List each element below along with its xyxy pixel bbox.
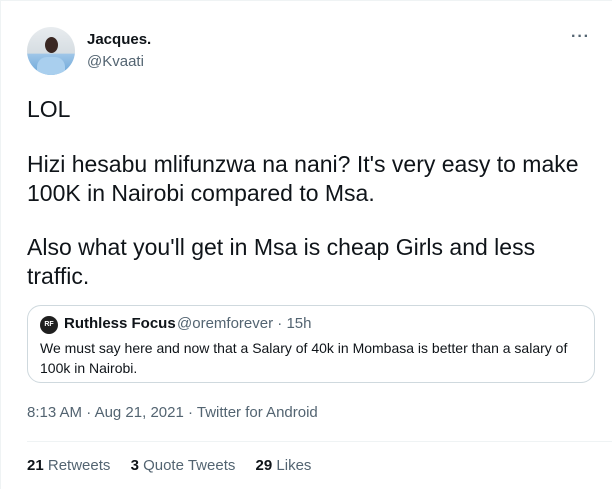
likes-stat[interactable]: 29 Likes	[256, 457, 312, 474]
tweet-text-line: LOL	[27, 96, 71, 122]
more-options-icon[interactable]: ···	[571, 28, 590, 46]
retweets-label: Retweets	[47, 457, 111, 474]
quoted-author-handle: @oremforever	[177, 315, 274, 332]
tweet-text-line: Also what you'll get in Msa is cheap Gir…	[27, 234, 536, 260]
avatar[interactable]	[27, 27, 75, 75]
tweet-time[interactable]: 8:13 AM	[27, 404, 82, 421]
avatar-head	[45, 37, 58, 53]
quote-tweets-stat[interactable]: 3 Quote Tweets	[131, 457, 236, 474]
tweet-meta: 8:13 AM · Aug 21, 2021 · Twitter for And…	[27, 404, 318, 421]
retweets-count: 21	[27, 457, 44, 474]
likes-label: Likes	[276, 457, 312, 474]
tweet-text-line: 100K in Nairobi compared to Msa.	[27, 180, 375, 206]
quoted-author-meta: @oremforever · 15h	[177, 315, 312, 332]
quoted-tweet[interactable]: RF Ruthless Focus @oremforever · 15h We …	[27, 305, 595, 383]
tweet-text-line: traffic.	[27, 263, 90, 289]
quoted-author-name: Ruthless Focus	[64, 315, 176, 332]
author-name[interactable]: Jacques.	[87, 31, 151, 48]
top-divider	[1, 0, 612, 1]
author-handle[interactable]: @Kvaati	[87, 53, 144, 70]
engagement-stats: 21 Retweets 3 Quote Tweets 29 Likes	[27, 457, 327, 474]
tweet-card: Jacques. @Kvaati ··· LOL Hizi hesabu mli…	[0, 0, 612, 489]
avatar-shirt	[37, 57, 65, 75]
tweet-source[interactable]: Twitter for Android	[197, 404, 318, 421]
quote-tweets-count: 3	[130, 457, 139, 474]
quote-tweets-label: Quote Tweets	[143, 457, 236, 474]
likes-count: 29	[255, 457, 273, 474]
tweet-text-line: Hizi hesabu mlifunzwa na nani? It's very…	[27, 151, 579, 177]
quoted-text: We must say here and now that a Salary o…	[40, 340, 568, 376]
quoted-time: 15h	[286, 315, 312, 332]
divider	[27, 441, 612, 442]
tweet-date[interactable]: Aug 21, 2021	[95, 404, 184, 421]
retweets-stat[interactable]: 21 Retweets	[27, 457, 110, 474]
quoted-author-avatar: RF	[40, 316, 58, 334]
